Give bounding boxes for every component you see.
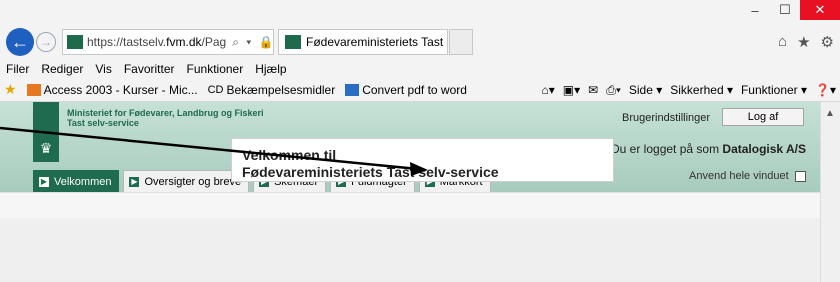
tab-label: Oversigter og breve <box>144 175 242 188</box>
favorite-label: Bekæmpelsesmidler <box>226 82 336 97</box>
ministry-line1: Ministeriet for Fødevarer, Landbrug og F… <box>67 108 264 118</box>
content-area <box>0 218 820 282</box>
office-icon <box>26 83 41 96</box>
menu-item-funktioner[interactable]: Funktioner <box>187 62 244 76</box>
maximize-button[interactable]: ☐ <box>770 0 800 20</box>
full-window-checkbox[interactable] <box>794 170 806 182</box>
user-settings-link[interactable]: Brugerindstillinger <box>622 112 710 124</box>
forward-button[interactable]: → <box>36 32 56 52</box>
command-bar: ⌂▾ ▣▾ ✉ ⎙▾ Side ▾ Sikkerhed ▾ Funktioner… <box>542 78 840 102</box>
scroll-up-icon[interactable]: ▲ <box>825 108 835 119</box>
full-window-option: Anvend hele vinduet <box>689 170 806 182</box>
logged-in-user: Datalogisk A/S <box>722 142 806 156</box>
window-controls: – ☐ ✕ <box>740 0 840 22</box>
cmd-help[interactable]: ❓▾ <box>815 83 836 97</box>
url-domain: fvm.dk <box>166 35 202 49</box>
cmd-home-icon[interactable]: ⌂▾ <box>542 83 555 97</box>
cmd-sikkerhed[interactable]: Sikkerhed ▾ <box>670 83 733 97</box>
welcome-line1: Velkommen til <box>242 147 337 163</box>
favorite-link-bekaempelsesmidler[interactable]: CD Bekæmpelsesmidler <box>208 83 336 97</box>
favorite-link-access[interactable]: Access 2003 - Kurser - Mic... <box>26 82 198 97</box>
home-icon[interactable]: ⌂ <box>778 33 787 51</box>
cmd-mail-icon[interactable]: ✉ <box>588 83 598 97</box>
favorite-label: Convert pdf to word <box>362 82 467 97</box>
browser-chrome: – ☐ ✕ ← → https://tastselv.fvm.dk/Pag ⌕ … <box>0 0 840 60</box>
page-icon <box>345 83 360 96</box>
favorites-star-icon[interactable]: ★ <box>797 33 810 51</box>
cmd-funktioner[interactable]: Funktioner ▾ <box>741 83 807 97</box>
welcome-line2: Fødevareministeriets Tast selv-service <box>242 164 499 180</box>
tab-favicon-icon <box>285 35 301 49</box>
chevron-right-icon: ▶ <box>129 176 140 187</box>
menu-item-vis[interactable]: Vis <box>95 62 111 76</box>
ministry-name: Ministeriet for Fødevarer, Landbrug og F… <box>67 108 264 128</box>
site-favicon-icon <box>67 35 83 49</box>
browser-tab[interactable]: Fødevareministeriets Tast s... ✕ <box>278 29 448 55</box>
address-bar[interactable]: https://tastselv.fvm.dk/Pag ⌕ ▾ 🔒 C <box>62 29 274 55</box>
back-arrow-icon: ← <box>11 31 29 52</box>
page-band <box>0 192 820 218</box>
menu-bar: Filer Rediger Vis Favoritter Funktioner … <box>0 60 840 78</box>
cd-icon: CD <box>207 83 224 96</box>
menu-item-hjaelp[interactable]: Hjælp <box>255 62 286 76</box>
favorite-label: Access 2003 - Kurser - Mic... <box>43 82 198 97</box>
favorites-star-add-icon[interactable]: ★ <box>4 81 17 98</box>
crown-logo-icon: ♛ <box>39 140 53 156</box>
web-page: Ministeriet for Fødevarer, Landbrug og F… <box>0 102 820 282</box>
back-button[interactable]: ← <box>6 28 34 56</box>
tab-label: Velkommen <box>54 175 112 188</box>
tab-title: Fødevareministeriets Tast s... <box>306 35 448 49</box>
url-prefix: https://tastselv. <box>87 35 167 49</box>
menu-item-filer[interactable]: Filer <box>6 62 29 76</box>
favorite-link-convert-pdf[interactable]: Convert pdf to word <box>345 83 467 97</box>
full-window-label: Anvend hele vinduet <box>689 170 789 182</box>
cmd-feeds-icon[interactable]: ▣▾ <box>563 83 580 97</box>
ministry-line2: Tast selv-service <box>67 118 139 128</box>
minimize-button[interactable]: – <box>740 0 770 20</box>
menu-item-rediger[interactable]: Rediger <box>41 62 83 76</box>
menu-item-favoritter[interactable]: Favoritter <box>124 62 175 76</box>
browser-right-icons: ⌂ ★ ⚙ <box>778 33 834 51</box>
logged-in-prefix: Du er logget på som <box>611 142 720 156</box>
address-url: https://tastselv.fvm.dk/Pag <box>87 35 226 49</box>
navigation-row: ← → https://tastselv.fvm.dk/Pag ⌕ ▾ 🔒 C … <box>0 27 840 57</box>
tab-velkommen[interactable]: ▶ Velkommen <box>33 170 120 192</box>
vertical-scrollbar[interactable]: ▲ <box>820 102 840 282</box>
welcome-box: Velkommen til Fødevareministeriets Tast … <box>231 138 614 182</box>
logged-in-status: Du er logget på som Datalogisk A/S <box>611 142 806 156</box>
settings-gear-icon[interactable]: ⚙ <box>821 33 834 51</box>
chevron-right-icon: ▶ <box>39 176 49 187</box>
forward-arrow-icon: → <box>40 35 52 49</box>
cmd-side[interactable]: Side ▾ <box>629 83 662 97</box>
address-tools[interactable]: ⌕ ▾ 🔒 C <box>232 35 273 50</box>
cmd-print-icon[interactable]: ⎙▾ <box>606 83 621 98</box>
url-rest: /Pag <box>201 35 227 49</box>
close-button[interactable]: ✕ <box>800 0 840 20</box>
new-tab-button[interactable] <box>449 29 473 55</box>
logout-button[interactable]: Log af <box>722 108 804 126</box>
